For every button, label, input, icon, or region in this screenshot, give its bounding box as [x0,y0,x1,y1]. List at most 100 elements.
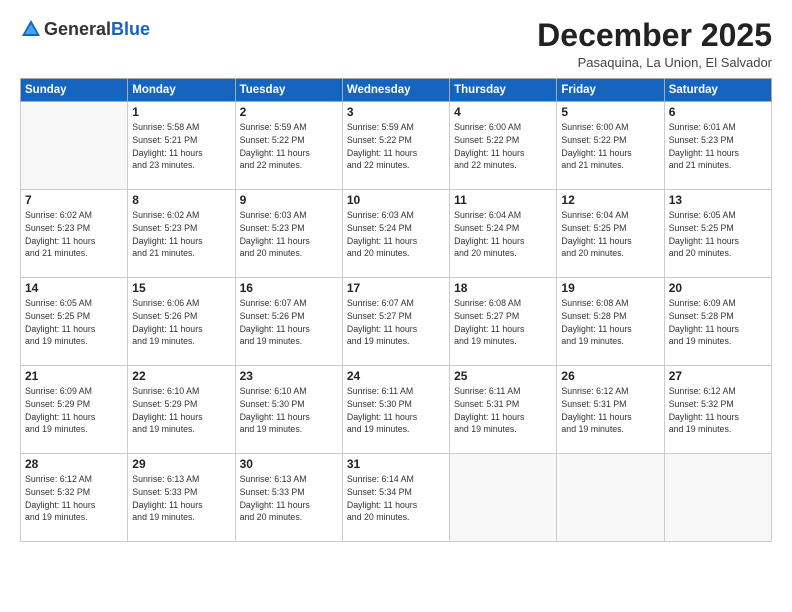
calendar-week-row: 21Sunrise: 6:09 AMSunset: 5:29 PMDayligh… [21,366,772,454]
day-number: 9 [240,193,338,207]
day-info: Sunrise: 6:05 AMSunset: 5:25 PMDaylight:… [669,209,767,260]
table-row: 22 Sunrise: 6:10 AMSunset: 5:29 PMDayligh… [128,366,235,454]
day-number: 22 [132,369,230,383]
day-number: 5 [561,105,659,119]
day-number: 1 [132,105,230,119]
day-info: Sunrise: 6:07 AMSunset: 5:27 PMDaylight:… [347,297,445,348]
header-wednesday: Wednesday [342,79,449,102]
logo: GeneralBlue [20,18,150,40]
table-row [450,454,557,542]
day-number: 26 [561,369,659,383]
day-number: 3 [347,105,445,119]
table-row: 15Sunrise: 6:06 AMSunset: 5:26 PMDayligh… [128,278,235,366]
day-number: 4 [454,105,552,119]
day-info: Sunrise: 6:00 AMSunset: 5:22 PMDaylight:… [454,121,552,172]
table-row: 14 Sunrise: 6:05 AMSunset: 5:25 PMDayligh… [21,278,128,366]
day-number: 15 [132,281,230,295]
table-row [557,454,664,542]
table-row: 6 Sunrise: 6:01 AMSunset: 5:23 PMDaylight… [664,102,771,190]
table-row: 16 Sunrise: 6:07 AMSunset: 5:26 PMDayligh… [235,278,342,366]
day-info: Sunrise: 6:13 AMSunset: 5:33 PMDaylight:… [240,473,338,524]
day-info: Sunrise: 6:10 AMSunset: 5:29 PMDaylight:… [132,385,230,436]
page: GeneralBlue December 2025 Pasaquina, La … [0,0,792,612]
day-number: 8 [132,193,230,207]
day-number: 30 [240,457,338,471]
calendar-week-row: 1 Sunrise: 5:58 AMSunset: 5:21 PMDaylight… [21,102,772,190]
day-info: Sunrise: 6:05 AMSunset: 5:25 PMDaylight:… [25,297,123,348]
day-info: Sunrise: 6:12 AMSunset: 5:32 PMDaylight:… [25,473,123,524]
day-info: Sunrise: 6:11 AMSunset: 5:30 PMDaylight:… [347,385,445,436]
day-info: Sunrise: 5:59 AMSunset: 5:22 PMDaylight:… [240,121,338,172]
calendar-week-row: 7 Sunrise: 6:02 AMSunset: 5:23 PMDaylight… [21,190,772,278]
day-number: 27 [669,369,767,383]
table-row: 9 Sunrise: 6:03 AMSunset: 5:23 PMDaylight… [235,190,342,278]
day-number: 14 [25,281,123,295]
table-row: 31Sunrise: 6:14 AMSunset: 5:34 PMDayligh… [342,454,449,542]
day-number: 29 [132,457,230,471]
table-row: 23 Sunrise: 6:10 AMSunset: 5:30 PMDayligh… [235,366,342,454]
location: Pasaquina, La Union, El Salvador [537,55,772,70]
header-sunday: Sunday [21,79,128,102]
day-info: Sunrise: 6:14 AMSunset: 5:34 PMDaylight:… [347,473,445,524]
day-info: Sunrise: 6:03 AMSunset: 5:23 PMDaylight:… [240,209,338,260]
day-number: 20 [669,281,767,295]
calendar-header-row: Sunday Monday Tuesday Wednesday Thursday… [21,79,772,102]
day-number: 6 [669,105,767,119]
day-info: Sunrise: 6:02 AMSunset: 5:23 PMDaylight:… [25,209,123,260]
header-monday: Monday [128,79,235,102]
month-title: December 2025 [537,18,772,53]
table-row: 18 Sunrise: 6:08 AMSunset: 5:27 PMDayligh… [450,278,557,366]
table-row: 3Sunrise: 5:59 AMSunset: 5:22 PMDaylight… [342,102,449,190]
table-row: 10 Sunrise: 6:03 AMSunset: 5:24 PMDayligh… [342,190,449,278]
table-row: 17 Sunrise: 6:07 AMSunset: 5:27 PMDayligh… [342,278,449,366]
day-number: 7 [25,193,123,207]
day-number: 24 [347,369,445,383]
day-number: 17 [347,281,445,295]
day-info: Sunrise: 6:04 AMSunset: 5:25 PMDaylight:… [561,209,659,260]
day-number: 10 [347,193,445,207]
day-number: 13 [669,193,767,207]
header-friday: Friday [557,79,664,102]
table-row [664,454,771,542]
table-row: 2Sunrise: 5:59 AMSunset: 5:22 PMDaylight… [235,102,342,190]
logo-general-text: General [44,19,111,40]
day-info: Sunrise: 6:07 AMSunset: 5:26 PMDaylight:… [240,297,338,348]
logo-blue-text: Blue [111,19,150,40]
day-number: 23 [240,369,338,383]
title-block: December 2025 Pasaquina, La Union, El Sa… [537,18,772,70]
table-row: 21Sunrise: 6:09 AMSunset: 5:29 PMDayligh… [21,366,128,454]
day-info: Sunrise: 6:08 AMSunset: 5:27 PMDaylight:… [454,297,552,348]
day-info: Sunrise: 6:09 AMSunset: 5:28 PMDaylight:… [669,297,767,348]
day-info: Sunrise: 5:58 AMSunset: 5:21 PMDaylight:… [132,121,230,172]
day-info: Sunrise: 6:01 AMSunset: 5:23 PMDaylight:… [669,121,767,172]
table-row: 12 Sunrise: 6:04 AMSunset: 5:25 PMDayligh… [557,190,664,278]
table-row: 28 Sunrise: 6:12 AMSunset: 5:32 PMDayligh… [21,454,128,542]
day-number: 11 [454,193,552,207]
day-number: 16 [240,281,338,295]
calendar-week-row: 14 Sunrise: 6:05 AMSunset: 5:25 PMDayligh… [21,278,772,366]
day-number: 19 [561,281,659,295]
table-row: 27Sunrise: 6:12 AMSunset: 5:32 PMDayligh… [664,366,771,454]
day-info: Sunrise: 6:09 AMSunset: 5:29 PMDaylight:… [25,385,123,436]
calendar-table: Sunday Monday Tuesday Wednesday Thursday… [20,78,772,542]
day-number: 18 [454,281,552,295]
day-number: 28 [25,457,123,471]
day-info: Sunrise: 6:13 AMSunset: 5:33 PMDaylight:… [132,473,230,524]
table-row: 26 Sunrise: 6:12 AMSunset: 5:31 PMDayligh… [557,366,664,454]
header: GeneralBlue December 2025 Pasaquina, La … [20,18,772,70]
day-info: Sunrise: 6:10 AMSunset: 5:30 PMDaylight:… [240,385,338,436]
calendar-week-row: 28 Sunrise: 6:12 AMSunset: 5:32 PMDayligh… [21,454,772,542]
table-row: 30 Sunrise: 6:13 AMSunset: 5:33 PMDayligh… [235,454,342,542]
table-row: 29 Sunrise: 6:13 AMSunset: 5:33 PMDayligh… [128,454,235,542]
day-info: Sunrise: 6:04 AMSunset: 5:24 PMDaylight:… [454,209,552,260]
day-info: Sunrise: 6:11 AMSunset: 5:31 PMDaylight:… [454,385,552,436]
day-info: Sunrise: 6:02 AMSunset: 5:23 PMDaylight:… [132,209,230,260]
logo-icon [20,18,42,40]
table-row: 11 Sunrise: 6:04 AMSunset: 5:24 PMDayligh… [450,190,557,278]
table-row: 4 Sunrise: 6:00 AMSunset: 5:22 PMDaylight… [450,102,557,190]
day-info: Sunrise: 6:12 AMSunset: 5:31 PMDaylight:… [561,385,659,436]
day-info: Sunrise: 6:03 AMSunset: 5:24 PMDaylight:… [347,209,445,260]
table-row [21,102,128,190]
day-number: 12 [561,193,659,207]
day-number: 25 [454,369,552,383]
